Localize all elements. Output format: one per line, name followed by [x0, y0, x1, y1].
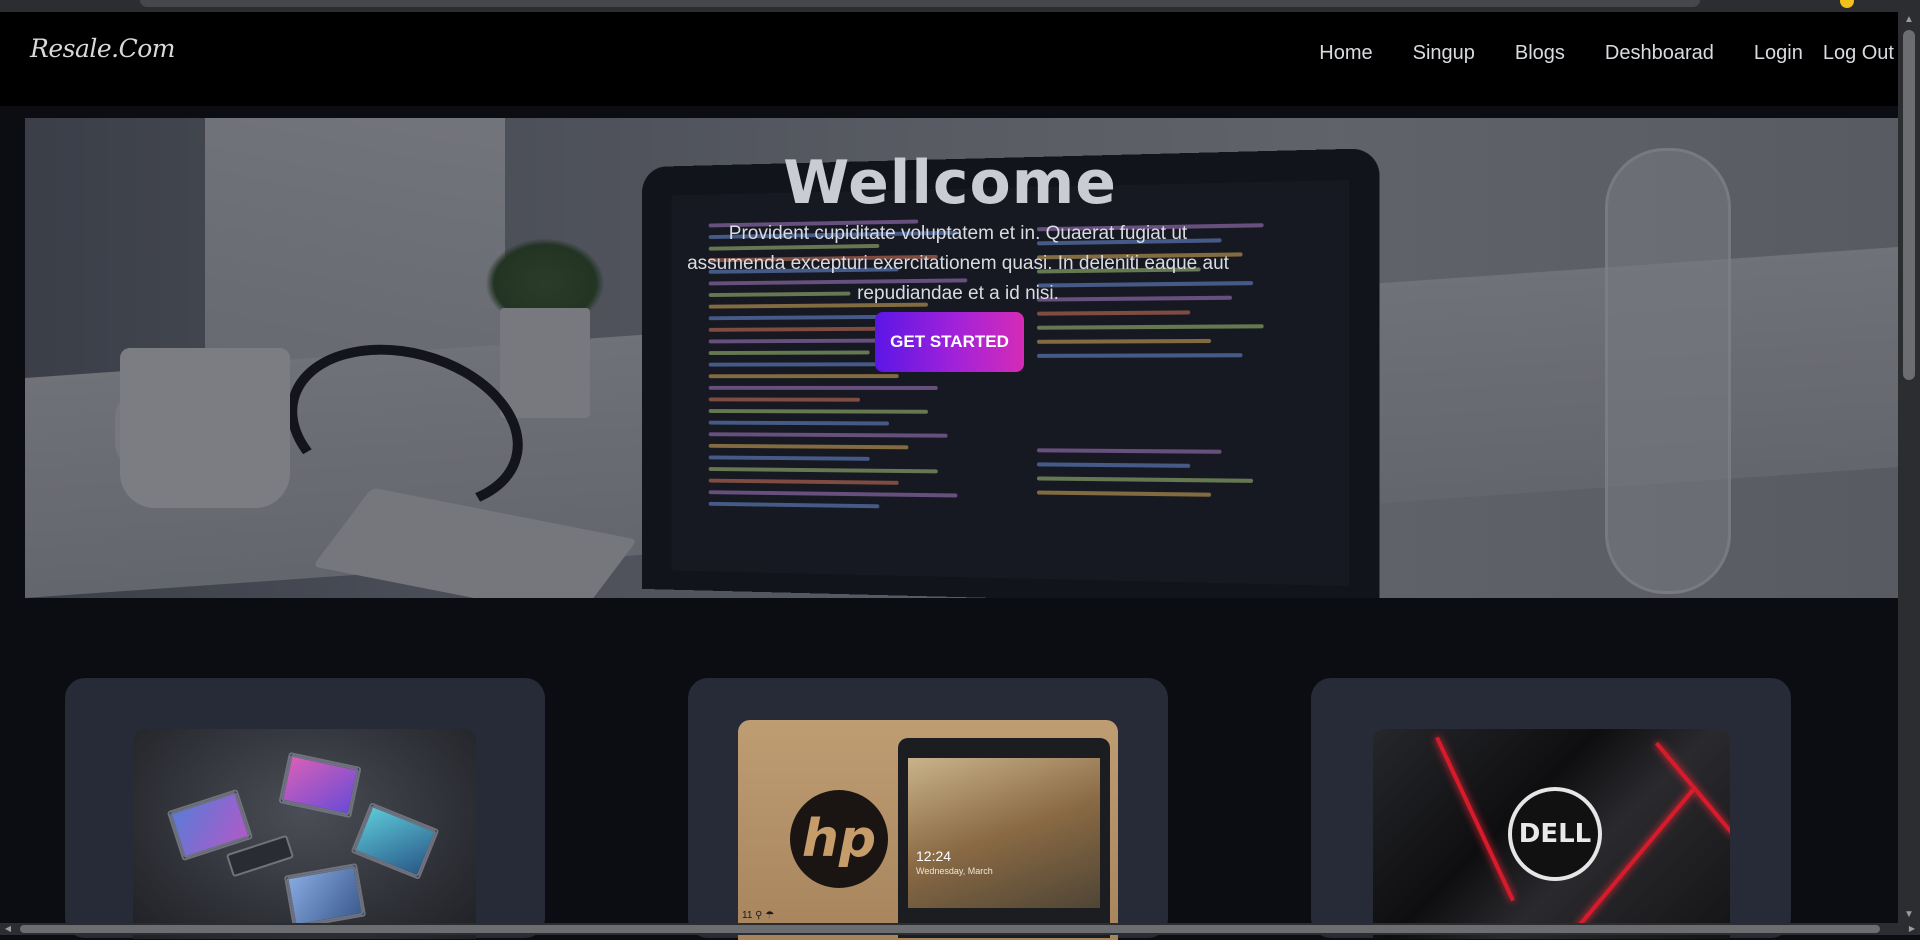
navbar: Resale.Com Home Singup Blogs Deshboarad …	[0, 12, 1898, 106]
hero-description: Provident cupiditate voluptatem et in. Q…	[687, 223, 1229, 304]
nav-link-logout[interactable]: Log Out	[1823, 42, 1894, 65]
horizontal-scroll-thumb[interactable]	[20, 925, 1880, 933]
brand-logo[interactable]: Resale.Com	[30, 34, 175, 63]
vertical-scrollbar[interactable]: ▲ ▼	[1898, 12, 1920, 923]
nav-link-dashboard[interactable]: Deshboarad	[1605, 42, 1714, 65]
category-card-hp[interactable]: hp 12:24 Wednesday, March 11 ⚲ ☂	[688, 678, 1168, 940]
horizontal-scrollbar[interactable]: ◀ ▶	[0, 923, 1920, 935]
browser-top-strip	[0, 0, 1920, 12]
hp-logo: hp	[790, 790, 888, 888]
get-started-button[interactable]: GET STARTED	[875, 312, 1024, 372]
hp-laptop: 12:24 Wednesday, March	[898, 738, 1110, 938]
category-card-dell[interactable]: DELL	[1311, 678, 1791, 939]
hp-screen-time: 12:24	[916, 848, 952, 864]
nav-link-blogs[interactable]: Blogs	[1515, 42, 1565, 65]
dell-logo: DELL	[1508, 787, 1602, 881]
hp-laptop-image: hp 12:24 Wednesday, March 11 ⚲ ☂	[738, 720, 1118, 940]
scroll-down-icon[interactable]: ▼	[1898, 907, 1920, 923]
dell-logo-image: DELL	[1373, 729, 1730, 939]
nav-menu: Home Singup Blogs Deshboarad Login Log O…	[1319, 42, 1898, 65]
nav-link-home[interactable]: Home	[1319, 42, 1372, 65]
hp-laptop-screen: 12:24 Wednesday, March	[908, 758, 1100, 908]
laptops-collection-image	[133, 729, 476, 939]
vertical-scroll-thumb[interactable]	[1903, 30, 1915, 380]
scroll-right-icon[interactable]: ▶	[1904, 923, 1920, 935]
scroll-left-icon[interactable]: ◀	[0, 923, 16, 935]
hp-screen-date: Wednesday, March	[916, 866, 993, 876]
browser-address-bar-edge	[140, 0, 1700, 7]
hp-box-marks: 11 ⚲ ☂	[742, 910, 775, 921]
category-card-asus[interactable]	[65, 678, 545, 939]
nav-link-login[interactable]: Login	[1754, 42, 1803, 65]
nav-link-signup[interactable]: Singup	[1413, 42, 1475, 65]
browser-extension-icon[interactable]	[1840, 0, 1854, 8]
scroll-up-icon[interactable]: ▲	[1898, 12, 1920, 28]
hero-title: Wellcome	[783, 148, 1117, 219]
